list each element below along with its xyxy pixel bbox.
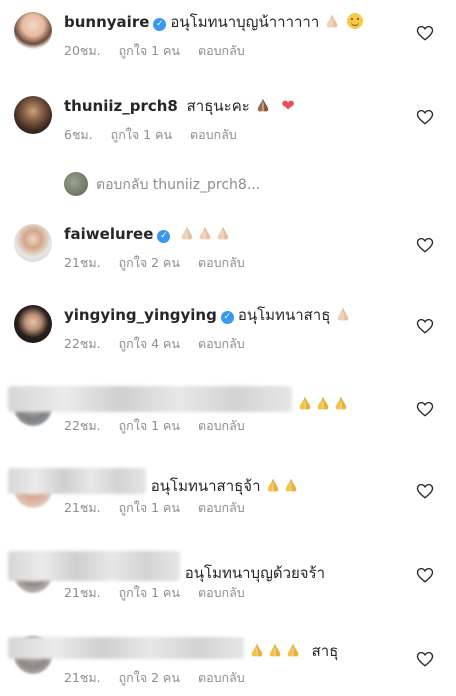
folded-hands-emoji (324, 13, 340, 29)
avatar (64, 172, 88, 196)
folded-hands-emoji (267, 642, 283, 658)
red-heart-emoji: ❤ (281, 96, 295, 115)
verified-badge-icon: ✓ (157, 230, 171, 243)
username[interactable]: bunnyaire (64, 13, 149, 31)
redacted-username (8, 637, 244, 659)
heart-outline-icon[interactable] (416, 317, 434, 335)
likes-count[interactable]: ถูกใจ 1 คน (119, 500, 180, 515)
avatar[interactable] (14, 12, 52, 50)
folded-hands-emoji (285, 642, 301, 658)
verified-badge-icon: ✓ (153, 18, 167, 31)
comment-time: 22ชม. (64, 336, 101, 351)
heart-outline-icon[interactable] (416, 482, 434, 500)
comment-text: อนุโมทนาบุญด้วยจร้า (184, 564, 326, 582)
comment-time: 22ชม. (64, 418, 101, 433)
reply-button[interactable]: ตอบกลับ (198, 585, 245, 600)
likes-count[interactable]: ถูกใจ 1 คน (119, 43, 180, 58)
avatar[interactable] (14, 224, 52, 262)
reply-button[interactable]: ตอบกลับ (198, 670, 245, 685)
comment-time: 6ชม. (64, 127, 93, 142)
avatar[interactable] (14, 96, 52, 134)
reply-button[interactable]: ตอบกลับ (198, 500, 245, 515)
comment-text: สาธุ (311, 642, 339, 660)
likes-count[interactable]: ถูกใจ 1 คน (119, 585, 180, 600)
heart-outline-icon[interactable] (416, 650, 434, 668)
heart-outline-icon[interactable] (416, 236, 434, 254)
heart-outline-icon[interactable] (416, 566, 434, 584)
comment-time: 21ชม. (64, 500, 101, 515)
reply-button[interactable]: ตอบกลับ (198, 336, 245, 351)
folded-hands-emoji (315, 395, 331, 411)
redacted-username (8, 386, 292, 412)
username[interactable]: faiweluree (64, 225, 153, 243)
folded-hands-emoji (297, 395, 313, 411)
reply-button[interactable]: ตอบกลับ (198, 418, 245, 433)
username[interactable]: yingying_yingying (64, 306, 217, 324)
verified-badge-icon: ✓ (220, 311, 234, 324)
folded-hands-emoji (179, 225, 195, 241)
username[interactable]: thuniiz_prch8 (64, 97, 178, 115)
folded-hands-emoji (333, 395, 349, 411)
reply-button[interactable]: ตอบกลับ (198, 255, 245, 270)
folded-hands-emoji (197, 225, 213, 241)
view-replies-link[interactable]: ตอบกลับ thuniiz_prch8... (64, 172, 260, 196)
comment-time: 21ชม. (64, 585, 101, 600)
heart-outline-icon[interactable] (416, 108, 434, 126)
redacted-username (8, 468, 146, 494)
folded-hands-emoji (335, 306, 351, 322)
likes-count[interactable]: ถูกใจ 1 คน (111, 127, 172, 142)
heart-outline-icon[interactable] (416, 400, 434, 418)
comment-text: อนุโมทนาบุญน้าาาาาา (170, 13, 320, 31)
reply-button[interactable]: ตอบกลับ (198, 43, 245, 58)
likes-count[interactable]: ถูกใจ 2 คน (119, 670, 180, 685)
heart-outline-icon[interactable] (416, 24, 434, 42)
comment-time: 21ชม. (64, 255, 101, 270)
redacted-username (8, 551, 180, 581)
comment-text: อนุโมทนาสาธุ (237, 306, 331, 324)
likes-count[interactable]: ถูกใจ 4 คน (119, 336, 180, 351)
folded-hands-emoji (283, 477, 299, 493)
likes-count[interactable]: ถูกใจ 2 คน (119, 255, 180, 270)
folded-hands-emoji (215, 225, 231, 241)
smiling-face-emoji (346, 13, 363, 29)
folded-hands-emoji (249, 642, 265, 658)
reply-button[interactable]: ตอบกลับ (190, 127, 237, 142)
avatar[interactable] (14, 305, 52, 343)
folded-hands-emoji (265, 477, 281, 493)
comment-text: สาธุนะคะ (186, 97, 250, 115)
likes-count[interactable]: ถูกใจ 1 คน (119, 418, 180, 433)
comment-time: 20ชม. (64, 43, 101, 58)
comment-time: 21ชม. (64, 670, 101, 685)
view-replies-text: ตอบกลับ thuniiz_prch8... (96, 177, 261, 193)
folded-hands-emoji (255, 97, 271, 113)
comment-text: อนุโมทนาสาธุจ้า (150, 477, 261, 495)
